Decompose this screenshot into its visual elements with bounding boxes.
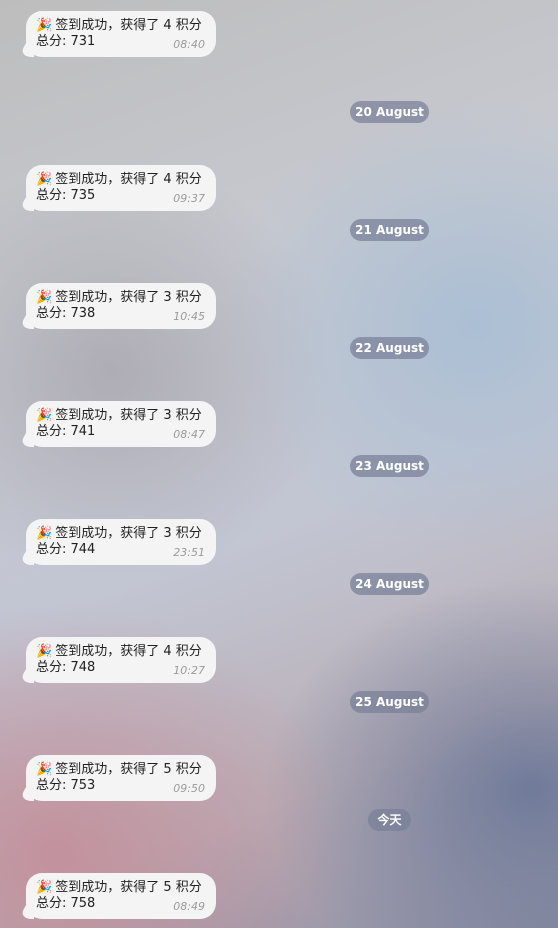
party-popper-icon: 🎉 [36, 526, 53, 541]
bubble-tail [18, 197, 34, 211]
date-badge: 22 August [350, 337, 429, 359]
bubble-tail [18, 787, 34, 801]
bubble-tail [18, 905, 34, 919]
message-time: 10:27 [173, 664, 205, 677]
message-text: 签到成功，获得了 4 积分 [55, 172, 202, 187]
date-badge: 24 August [350, 573, 429, 595]
message-bubble[interactable]: 🎉 签到成功，获得了 5 积分 总分: 758 08:49 [26, 873, 216, 919]
date-badge: 21 August [350, 219, 429, 241]
bubble-tail [18, 43, 34, 57]
message-time: 08:49 [173, 900, 205, 913]
party-popper-icon: 🎉 [36, 644, 53, 659]
bubble-tail [18, 433, 34, 447]
message-text: 签到成功，获得了 4 积分 [55, 18, 202, 33]
bubble-tail [18, 669, 34, 683]
message-bubble[interactable]: 🎉 签到成功，获得了 4 积分 总分: 735 09:37 [26, 165, 216, 211]
message-bubble[interactable]: 🎉 签到成功，获得了 4 积分 总分: 748 10:27 [26, 637, 216, 683]
date-badge-today: 今天 [368, 809, 411, 831]
message-time: 10:45 [173, 310, 205, 323]
party-popper-icon: 🎉 [36, 18, 53, 33]
message-bubble[interactable]: 🎉 签到成功，获得了 3 积分 总分: 741 08:47 [26, 401, 216, 447]
message-text: 签到成功，获得了 3 积分 [55, 290, 202, 305]
date-badge: 25 August [350, 691, 429, 713]
party-popper-icon: 🎉 [36, 762, 53, 777]
message-text: 签到成功，获得了 3 积分 [55, 408, 202, 423]
message-time: 08:47 [173, 428, 205, 441]
message-bubble[interactable]: 🎉 签到成功，获得了 3 积分 总分: 738 10:45 [26, 283, 216, 329]
message-text: 签到成功，获得了 5 积分 [55, 880, 202, 895]
party-popper-icon: 🎉 [36, 880, 53, 895]
message-bubble[interactable]: 🎉 签到成功，获得了 5 积分 总分: 753 09:50 [26, 755, 216, 801]
party-popper-icon: 🎉 [36, 172, 53, 187]
message-time: 23:51 [173, 546, 205, 559]
bubble-tail [18, 315, 34, 329]
date-badge: 20 August [350, 101, 429, 123]
date-badge: 23 August [350, 455, 429, 477]
party-popper-icon: 🎉 [36, 408, 53, 423]
message-time: 09:50 [173, 782, 205, 795]
message-time: 09:37 [173, 192, 205, 205]
message-bubble[interactable]: 🎉 签到成功，获得了 3 积分 总分: 744 23:51 [26, 519, 216, 565]
party-popper-icon: 🎉 [36, 290, 53, 305]
message-text: 签到成功，获得了 5 积分 [55, 762, 202, 777]
bubble-tail [18, 551, 34, 565]
message-bubble[interactable]: 🎉 签到成功，获得了 4 积分 总分: 731 08:40 [26, 11, 216, 57]
message-text: 签到成功，获得了 4 积分 [55, 644, 202, 659]
message-text: 签到成功，获得了 3 积分 [55, 526, 202, 541]
message-time: 08:40 [173, 38, 205, 51]
